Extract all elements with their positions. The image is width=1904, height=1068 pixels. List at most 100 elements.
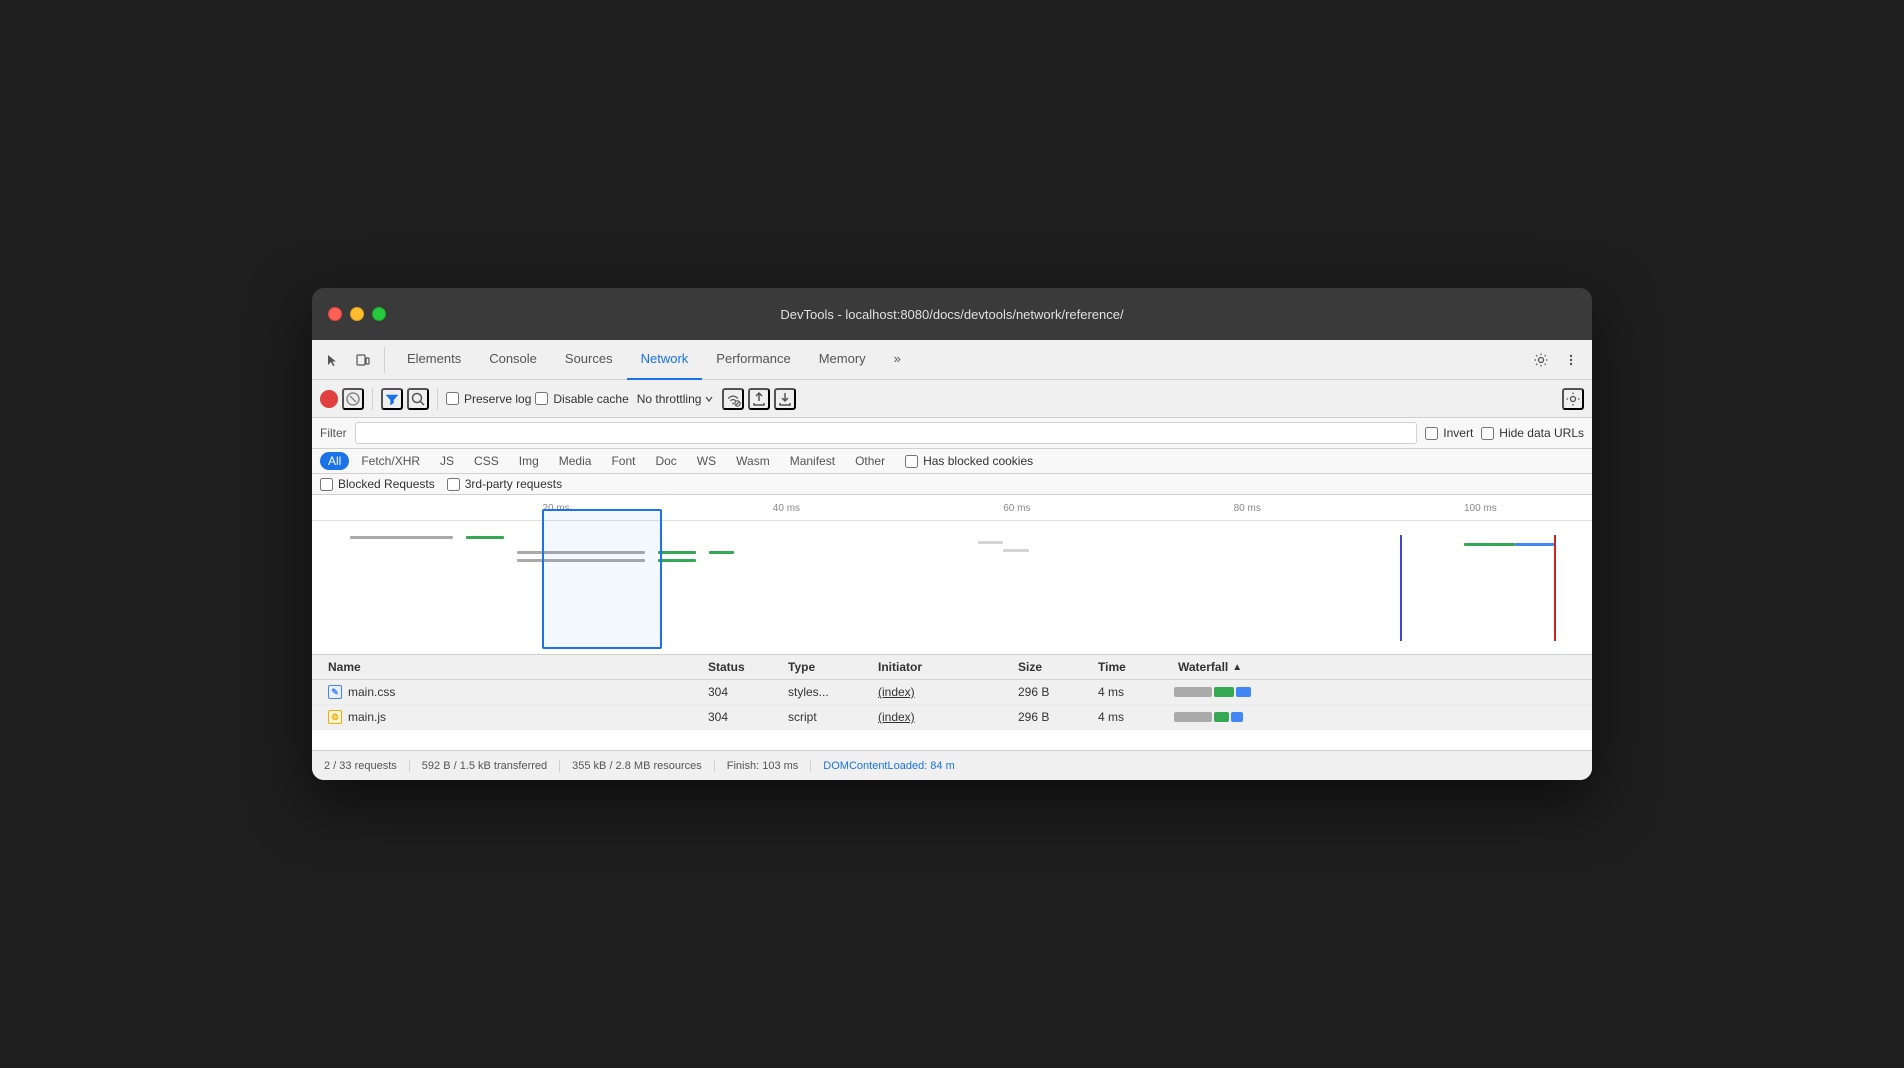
disable-cache-checkbox[interactable] xyxy=(535,392,548,405)
td-status-css: 304 xyxy=(700,680,780,704)
status-transferred: 592 B / 1.5 kB transferred xyxy=(410,760,560,772)
hide-data-urls-checkbox[interactable] xyxy=(1481,427,1494,440)
tab-network[interactable]: Network xyxy=(627,340,703,380)
wf-bar-gray-js xyxy=(1174,712,1212,722)
wf-bar-blue-css xyxy=(1236,687,1251,697)
network-settings-icon[interactable] xyxy=(1562,388,1584,410)
filter-type-js[interactable]: JS xyxy=(432,452,462,470)
tab-sources[interactable]: Sources xyxy=(551,340,627,380)
timeline-label-40ms: 40 ms xyxy=(773,503,800,514)
filter-type-ws[interactable]: WS xyxy=(689,452,724,470)
more-menu-icon[interactable] xyxy=(1558,347,1584,373)
timeline-label-80ms: 80 ms xyxy=(1234,503,1261,514)
td-size-js: 296 B xyxy=(1010,705,1090,729)
devtools-window: DevTools - localhost:8080/docs/devtools/… xyxy=(312,288,1592,780)
preserve-log-checkbox[interactable] xyxy=(446,392,459,405)
filter-type-media[interactable]: Media xyxy=(551,452,600,470)
table-row[interactable]: ⚙ main.js 304 script (index) 296 B 4 ms xyxy=(312,705,1592,730)
filter-type-wasm[interactable]: Wasm xyxy=(728,452,778,470)
cursor-icon[interactable] xyxy=(320,347,346,373)
clear-button[interactable] xyxy=(342,388,364,410)
css-file-icon: ✎ xyxy=(328,685,342,699)
wf-bar-green-js xyxy=(1214,712,1229,722)
has-blocked-cookies-label[interactable]: Has blocked cookies xyxy=(905,454,1033,468)
blocked-requests-bar: Blocked Requests 3rd-party requests xyxy=(312,474,1592,495)
tab-console[interactable]: Console xyxy=(475,340,551,380)
th-name[interactable]: Name xyxy=(320,655,700,679)
has-blocked-cookies-checkbox[interactable] xyxy=(905,455,918,468)
throttling-dropdown[interactable]: No throttling xyxy=(633,390,719,408)
third-party-requests-checkbox[interactable] xyxy=(447,478,460,491)
separator-1 xyxy=(372,388,373,410)
download-icon[interactable] xyxy=(774,388,796,410)
search-icon[interactable] xyxy=(407,388,429,410)
network-toolbar: Preserve log Disable cache No throttling xyxy=(312,380,1592,418)
status-finish: Finish: 103 ms xyxy=(715,760,812,772)
blocked-requests-label[interactable]: Blocked Requests xyxy=(320,477,435,491)
invert-label[interactable]: Invert xyxy=(1425,426,1473,440)
invert-checkbox[interactable] xyxy=(1425,427,1438,440)
mini-bar-1 xyxy=(350,536,452,539)
waterfall-overview[interactable]: 20 ms 40 ms 60 ms 80 ms 100 ms xyxy=(312,495,1592,655)
filter-icon[interactable] xyxy=(381,388,403,410)
disable-cache-label[interactable]: Disable cache xyxy=(535,392,628,406)
load-line xyxy=(1554,535,1556,641)
filter-type-other[interactable]: Other xyxy=(847,452,893,470)
filter-type-manifest[interactable]: Manifest xyxy=(782,452,843,470)
sort-arrow: ▲ xyxy=(1232,662,1242,673)
td-time-js: 4 ms xyxy=(1090,705,1170,729)
tabs-end xyxy=(1528,347,1584,373)
titlebar: DevTools - localhost:8080/docs/devtools/… xyxy=(312,288,1592,340)
fullscreen-button[interactable] xyxy=(372,307,386,321)
filter-bar: Filter Invert Hide data URLs xyxy=(312,418,1592,449)
tab-more[interactable]: » xyxy=(880,340,915,380)
th-time[interactable]: Time xyxy=(1090,655,1170,679)
hide-data-urls-label[interactable]: Hide data URLs xyxy=(1481,426,1584,440)
minimize-button[interactable] xyxy=(350,307,364,321)
td-waterfall-css xyxy=(1170,680,1584,704)
mini-bar-8 xyxy=(978,541,1004,544)
mini-bar-5 xyxy=(658,551,696,554)
timeline-label-100ms: 100 ms xyxy=(1464,503,1497,514)
settings-icon[interactable] xyxy=(1528,347,1554,373)
device-toggle-icon[interactable] xyxy=(350,347,376,373)
filter-type-css[interactable]: CSS xyxy=(466,452,507,470)
filter-type-doc[interactable]: Doc xyxy=(647,452,684,470)
mini-bar-6 xyxy=(709,551,735,554)
third-party-requests-label[interactable]: 3rd-party requests xyxy=(447,477,562,491)
filter-type-all[interactable]: All xyxy=(320,452,349,470)
tabs-bar: Elements Console Sources Network Perform… xyxy=(312,340,1592,380)
mini-bar-10 xyxy=(1464,543,1515,546)
blocked-requests-checkbox[interactable] xyxy=(320,478,333,491)
upload-icon[interactable] xyxy=(748,388,770,410)
table-header: Name Status Type Initiator Size Time Wat… xyxy=(312,655,1592,680)
separator-2 xyxy=(437,388,438,410)
tab-elements[interactable]: Elements xyxy=(393,340,475,380)
record-button[interactable] xyxy=(320,390,338,408)
th-initiator[interactable]: Initiator xyxy=(870,655,1010,679)
tab-performance[interactable]: Performance xyxy=(702,340,804,380)
td-name-js: ⚙ main.js xyxy=(320,705,700,729)
timeline-label-60ms: 60 ms xyxy=(1003,503,1030,514)
devtools-body: Elements Console Sources Network Perform… xyxy=(312,340,1592,780)
td-size-css: 296 B xyxy=(1010,680,1090,704)
wifi-settings-icon[interactable] xyxy=(722,388,744,410)
td-initiator-js: (index) xyxy=(870,705,1010,729)
preserve-log-label[interactable]: Preserve log xyxy=(446,392,531,406)
selection-box[interactable] xyxy=(542,509,662,649)
filter-types-bar: All Fetch/XHR JS CSS Img Media Font Doc … xyxy=(312,449,1592,474)
status-resources: 355 kB / 2.8 MB resources xyxy=(560,760,715,772)
filter-type-img[interactable]: Img xyxy=(511,452,547,470)
td-initiator-css: (index) xyxy=(870,680,1010,704)
th-size[interactable]: Size xyxy=(1010,655,1090,679)
td-name-css: ✎ main.css xyxy=(320,680,700,704)
th-type[interactable]: Type xyxy=(780,655,870,679)
mini-bar-7 xyxy=(658,559,696,562)
table-row[interactable]: ✎ main.css 304 styles... (index) 296 B 4… xyxy=(312,680,1592,705)
tab-memory[interactable]: Memory xyxy=(805,340,880,380)
close-button[interactable] xyxy=(328,307,342,321)
th-status[interactable]: Status xyxy=(700,655,780,679)
th-waterfall[interactable]: Waterfall ▲ xyxy=(1170,655,1584,679)
filter-type-fetch-xhr[interactable]: Fetch/XHR xyxy=(353,452,428,470)
filter-type-font[interactable]: Font xyxy=(603,452,643,470)
